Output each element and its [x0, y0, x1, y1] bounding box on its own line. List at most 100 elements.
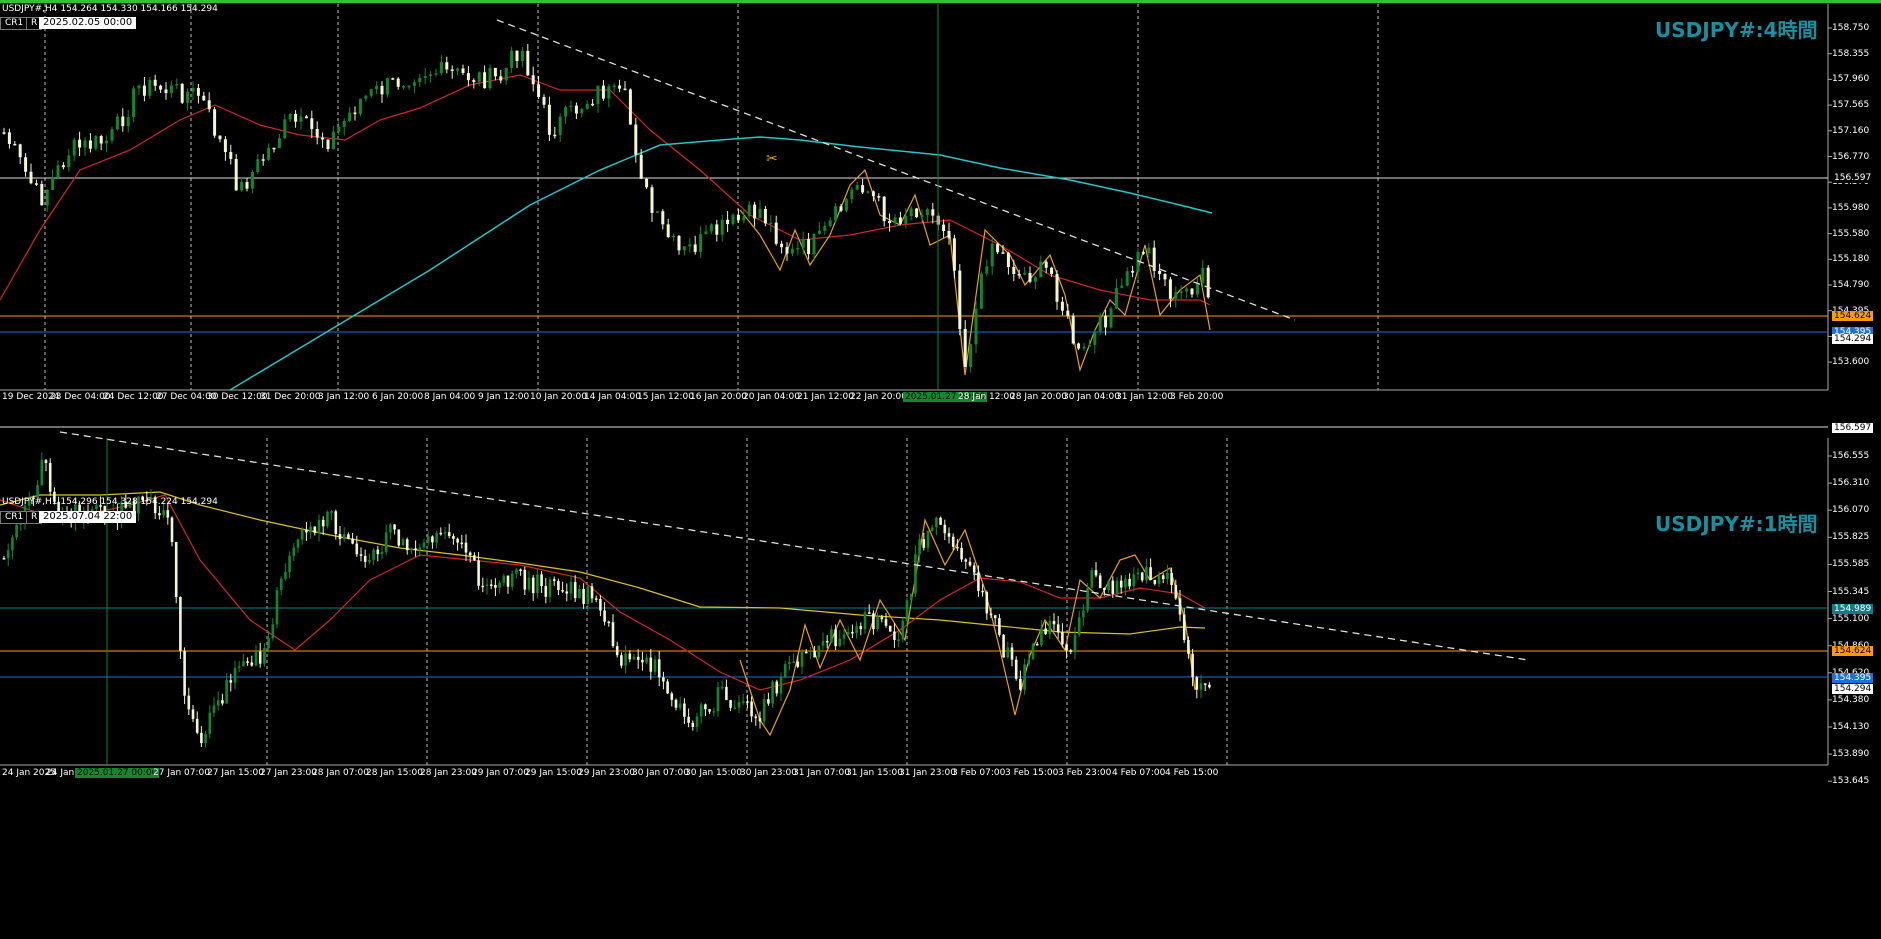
candle-body [1131, 271, 1135, 273]
candle-body [200, 732, 203, 744]
candle-body [1065, 644, 1068, 651]
candle-body [489, 584, 493, 586]
candle-body [655, 211, 659, 213]
candle-body [2, 558, 6, 560]
candle-body [229, 680, 233, 683]
candle-body [1006, 647, 1010, 658]
candle-body [1082, 346, 1086, 349]
candle-body [132, 88, 136, 117]
candle-body [758, 718, 762, 722]
candle-body [422, 542, 426, 548]
chart-canvas[interactable]: ✂ [0, 0, 1881, 939]
candle-body [1040, 628, 1043, 646]
candle-body [40, 460, 44, 486]
candle-body [164, 89, 168, 94]
chart1-price-tick: 156.770 [1832, 151, 1870, 162]
candle-body [947, 230, 951, 239]
candle-body [632, 656, 636, 660]
candle-body [877, 196, 881, 198]
candle-body [1124, 578, 1127, 588]
candle-body [515, 569, 518, 574]
candle-body [876, 617, 879, 630]
candle-body [240, 182, 244, 191]
candle-body [186, 91, 190, 103]
candle-body [1141, 252, 1145, 254]
candle-body [159, 85, 163, 90]
candle-body [523, 569, 527, 590]
candle-body [418, 547, 422, 550]
chart2-time-tick: 28 Jan 23:00 [420, 768, 477, 778]
candle-body [603, 610, 606, 622]
candle-body [1166, 572, 1169, 580]
candle-body [823, 225, 827, 231]
chart2-price-tick: 154.380 [1832, 694, 1870, 705]
candle-body [1158, 270, 1162, 274]
chart2-title: USDJPY#:1時間 [1655, 512, 1818, 536]
candle-body [683, 703, 686, 717]
candle-body [429, 74, 433, 77]
candle-body [450, 69, 454, 71]
candle-body [169, 85, 173, 94]
chart2-trendline [59, 431, 1529, 661]
chart2-time-tick: 4 Feb 15:00 [1165, 768, 1219, 778]
candle-body [531, 577, 535, 594]
candle-body [1069, 650, 1073, 653]
candle-body [375, 85, 379, 90]
chart2-price-tick: 156.310 [1832, 478, 1870, 489]
chart2-time-tick: 3 Feb 23:00 [1058, 768, 1112, 778]
candle-body [1044, 261, 1048, 268]
candle-body [1120, 285, 1124, 288]
candle-body [893, 217, 897, 224]
candle-body [851, 631, 854, 634]
candle-body [1161, 575, 1165, 580]
candle-body [334, 511, 338, 534]
candle-body [1185, 288, 1189, 292]
candle-body [1090, 570, 1094, 588]
candle-body [691, 722, 695, 727]
candle-body [309, 526, 312, 533]
chart1-time-tick: 31 Jan 12:00 [1116, 392, 1173, 402]
candle-body [1098, 575, 1102, 589]
chart1-date-box[interactable]: 2025.02.05 00:00 [39, 17, 137, 29]
candle-body [396, 78, 400, 87]
candle-body [1103, 588, 1106, 591]
candle-body [1098, 315, 1102, 332]
candle-body [828, 220, 832, 226]
candle-body [574, 105, 578, 114]
candle-body [1201, 267, 1205, 283]
candle-body [380, 85, 384, 95]
candle-body [237, 666, 241, 668]
candle-body [715, 224, 719, 235]
candle-body [372, 549, 375, 560]
candle-body [733, 707, 737, 710]
candle-body [83, 140, 87, 148]
chart2-time-tick: 28 Jan 15:00 [366, 768, 423, 778]
candle-body [747, 204, 751, 217]
candle-body [368, 559, 371, 562]
candle-body [666, 224, 670, 238]
candle-body [202, 95, 206, 101]
candle-body [537, 84, 541, 98]
candle-body [850, 189, 854, 200]
candle-body [439, 532, 443, 535]
candle-body [78, 139, 82, 148]
candle-body [693, 244, 697, 252]
candle-body [915, 208, 919, 217]
candle-body [11, 537, 14, 551]
candle-body [331, 131, 335, 150]
chart1-time-tick: 30 Dec 12:00 [207, 392, 268, 402]
candle-body [1035, 643, 1039, 646]
candle-body [2, 132, 6, 134]
candle-body [385, 78, 389, 95]
candle-body [1179, 291, 1183, 293]
chart1-cr-button[interactable]: CR1 [0, 17, 29, 30]
candle-body [245, 182, 249, 189]
chart2-date-box[interactable]: 2025.07.04 22:00 [39, 511, 137, 523]
chart1-time-tick: 22 Jan 20:00 [850, 392, 907, 402]
candle-body [296, 539, 300, 548]
candle-body [418, 78, 422, 83]
candle-body [36, 485, 39, 498]
candle-body [410, 548, 413, 551]
chart2-cr-button[interactable]: CR1 [0, 511, 29, 524]
candle-body [726, 219, 730, 225]
